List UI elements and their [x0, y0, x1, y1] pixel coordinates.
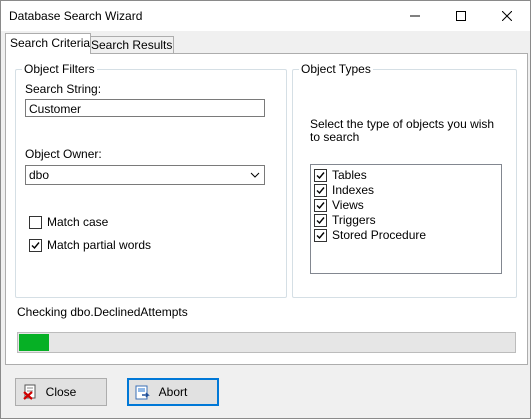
- match-case-checkbox[interactable]: Match case: [29, 215, 108, 229]
- stored-procedure-checkbox[interactable]: [314, 228, 327, 242]
- checkmark-icon: [316, 201, 325, 209]
- search-string-input[interactable]: Customer: [25, 99, 265, 117]
- maximize-icon: [456, 11, 466, 21]
- match-case-box[interactable]: [29, 215, 42, 229]
- close-icon: [502, 11, 512, 21]
- tables-label: Tables: [332, 168, 367, 182]
- status-text: Checking dbo.DeclinedAttempts: [17, 305, 188, 319]
- match-partial-words-label: Match partial words: [47, 238, 152, 252]
- indexes-label: Indexes: [332, 183, 375, 197]
- object-filters-group: Object Filters Search String: Customer O…: [15, 62, 287, 298]
- close-button-label: Close: [45, 385, 77, 399]
- chevron-down-icon: [250, 172, 260, 178]
- wizard-window: Database Search Wizard Search Criteria S…: [0, 0, 531, 419]
- tables-checkbox[interactable]: [314, 168, 327, 182]
- minimize-icon: [410, 15, 420, 17]
- progress-bar: [17, 332, 516, 353]
- object-owner-value: dbo: [29, 168, 50, 182]
- search-string-label: Search String:: [25, 82, 102, 96]
- views-label: Views: [332, 198, 364, 212]
- triggers-label: Triggers: [332, 213, 376, 227]
- progress-fill: [19, 334, 50, 351]
- views-checkbox[interactable]: [314, 198, 327, 212]
- object-owner-dropdown[interactable]: dbo: [25, 165, 265, 185]
- list-item-stored-procedure[interactable]: Stored Procedure: [314, 228, 426, 242]
- object-filters-label: Object Filters: [22, 62, 97, 76]
- match-partial-words-checkbox[interactable]: Match partial words: [29, 238, 151, 252]
- checkmark-icon: [316, 231, 325, 239]
- tab-search-criteria[interactable]: Search Criteria: [5, 33, 91, 54]
- list-item-tables[interactable]: Tables: [314, 168, 367, 182]
- maximize-button[interactable]: [438, 1, 484, 31]
- list-item-triggers[interactable]: Triggers: [314, 213, 376, 227]
- indexes-checkbox[interactable]: [314, 183, 327, 197]
- object-types-list[interactable]: Tables Indexes Views Triggers Stored Pro…: [310, 164, 502, 274]
- window-close-button[interactable]: [484, 1, 530, 31]
- list-item-views[interactable]: Views: [314, 198, 364, 212]
- checkmark-icon: [316, 186, 325, 194]
- checkmark-icon: [31, 241, 40, 249]
- abort-button[interactable]: Abort: [127, 378, 219, 406]
- object-types-group: Object Types Select the type of objects …: [292, 62, 517, 298]
- checkmark-icon: [316, 216, 325, 224]
- minimize-button[interactable]: [392, 1, 438, 31]
- checkmark-icon: [316, 171, 325, 179]
- title-bar[interactable]: Database Search Wizard: [1, 1, 530, 31]
- object-types-instruction: Select the type of objects you wish to s…: [310, 117, 495, 144]
- close-button[interactable]: Close: [15, 378, 107, 406]
- match-case-label: Match case: [47, 215, 109, 229]
- object-types-label: Object Types: [299, 62, 373, 76]
- object-owner-label: Object Owner:: [25, 147, 102, 161]
- match-partial-words-box[interactable]: [29, 238, 42, 252]
- abort-button-label: Abort: [158, 385, 188, 399]
- stored-procedure-label: Stored Procedure: [332, 228, 427, 242]
- triggers-checkbox[interactable]: [314, 213, 327, 227]
- window-title: Database Search Wizard: [9, 9, 143, 23]
- tab-search-results[interactable]: Search Results: [86, 36, 174, 53]
- list-item-indexes[interactable]: Indexes: [314, 183, 374, 197]
